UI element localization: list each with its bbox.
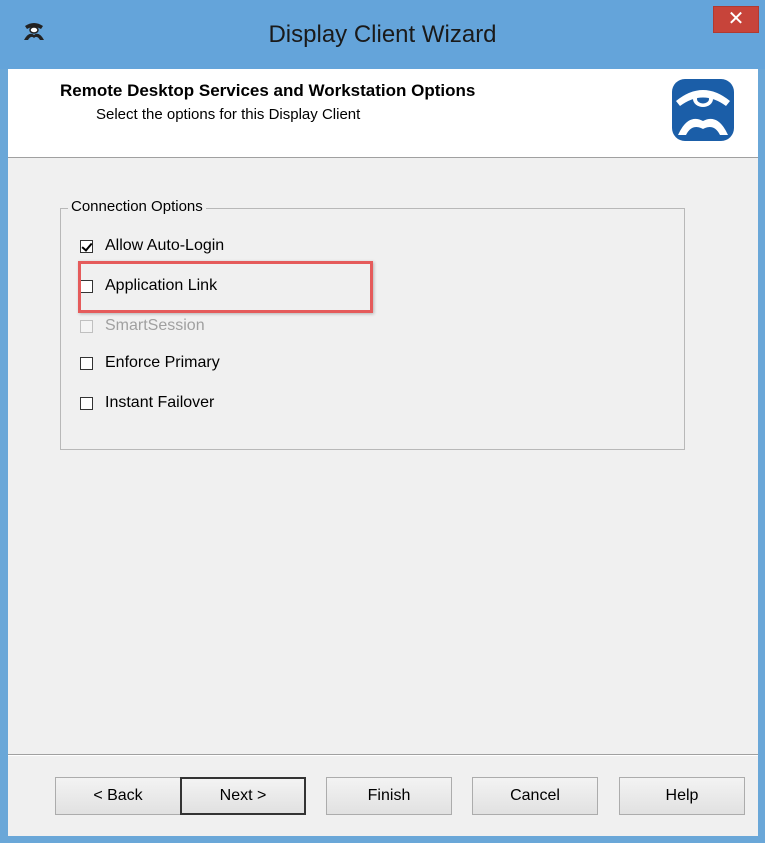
close-button[interactable]: ✕ <box>713 6 759 33</box>
page-subtitle: Select the options for this Display Clie… <box>96 106 361 123</box>
title-bar[interactable]: Display Client Wizard ✕ <box>0 0 765 69</box>
instant-failover-checkbox[interactable]: Instant Failover <box>80 393 214 413</box>
checkbox-unchecked-icon <box>80 396 93 410</box>
checkbox-label: SmartSession <box>105 317 205 334</box>
close-icon: ✕ <box>727 8 745 30</box>
next-button[interactable]: Next > <box>180 777 306 815</box>
enforce-primary-checkbox[interactable]: Enforce Primary <box>80 353 220 373</box>
wizard-header: Remote Desktop Services and Workstation … <box>8 69 758 158</box>
help-button[interactable]: Help <box>619 777 745 815</box>
checkbox-label: Allow Auto-Login <box>105 237 225 254</box>
checkbox-label: Enforce Primary <box>105 354 220 371</box>
checkbox-checked-icon <box>80 239 93 253</box>
wizard-body: Remote Desktop Services and Workstation … <box>8 69 758 836</box>
finish-button[interactable]: Finish <box>326 777 452 815</box>
window-title: Display Client Wizard <box>268 21 497 48</box>
allow-auto-login-checkbox[interactable]: Allow Auto-Login <box>80 236 224 256</box>
checkbox-unchecked-icon <box>80 356 93 370</box>
cancel-button[interactable]: Cancel <box>472 777 598 815</box>
checkbox-label: Instant Failover <box>105 394 215 411</box>
highlight-annotation <box>78 261 373 313</box>
wizard-window: Display Client Wizard ✕ Remote Desktop S… <box>0 0 765 843</box>
page-title: Remote Desktop Services and Workstation … <box>60 81 476 100</box>
group-legend: Connection Options <box>68 198 206 215</box>
footer-divider <box>8 754 758 756</box>
back-button[interactable]: < Back <box>55 777 181 815</box>
smartsession-checkbox: SmartSession <box>80 316 205 336</box>
checkbox-disabled-icon <box>80 319 93 333</box>
thinmanager-logo-icon <box>672 79 734 141</box>
